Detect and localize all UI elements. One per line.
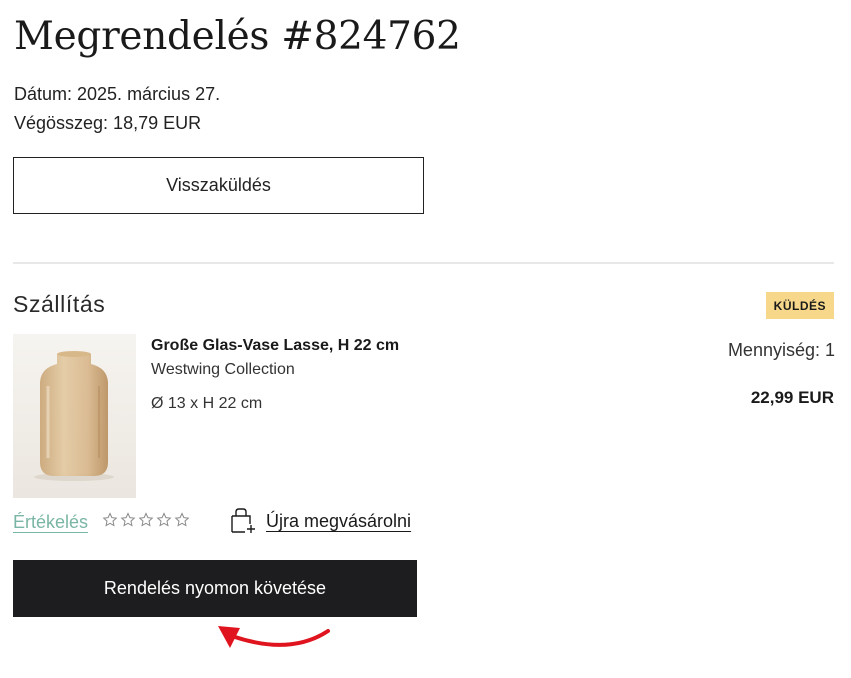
order-date: Dátum: 2025. március 27. — [14, 84, 221, 104]
shipment-section-title: Szállítás — [13, 291, 106, 317]
product-price: 22,99 EUR — [750, 388, 834, 407]
star-rating[interactable] — [102, 512, 190, 528]
glass-vase-image — [13, 334, 136, 498]
order-total: Végösszeg: 18,79 EUR — [14, 113, 202, 133]
product-name[interactable]: Große Glas-Vase Lasse, H 22 cm — [151, 336, 399, 356]
star-icon[interactable] — [156, 512, 172, 528]
product-image[interactable] — [13, 334, 136, 498]
star-icon[interactable] — [120, 512, 136, 528]
page-title: Megrendelés #824762 — [14, 14, 461, 59]
rebuy-label[interactable]: Újra megvásárolni — [266, 509, 411, 533]
section-divider — [13, 262, 834, 264]
track-order-button[interactable]: Rendelés nyomon követése — [13, 560, 417, 617]
star-icon[interactable] — [174, 512, 190, 528]
product-dimensions: Ø 13 x H 22 cm — [151, 395, 263, 412]
review-link[interactable]: Értékelés — [13, 510, 88, 534]
curved-arrow-icon — [218, 626, 330, 648]
star-icon[interactable] — [102, 512, 118, 528]
star-icon[interactable] — [138, 512, 154, 528]
return-button[interactable]: Visszaküldés — [13, 157, 424, 214]
product-quantity: Mennyiség: 1 — [727, 340, 835, 360]
rebuy-button[interactable]: Újra megvásárolni — [230, 508, 411, 534]
product-brand: Westwing Collection — [151, 361, 295, 378]
bag-plus-icon — [231, 508, 255, 533]
status-badge: KÜLDÉS — [765, 292, 834, 319]
